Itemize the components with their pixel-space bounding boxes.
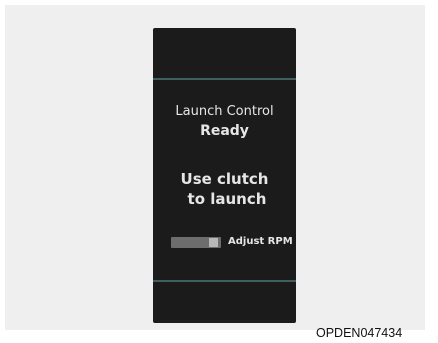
switch-knob: [209, 238, 218, 247]
adjust-rpm-row: Adjust RPM: [171, 236, 296, 250]
launch-control-status: Ready: [200, 123, 249, 139]
top-divider: [153, 78, 296, 80]
cluster-display: Launch Control Ready Use clutch to launc…: [153, 28, 296, 323]
image-code: OPDEN047434: [316, 326, 403, 340]
adjust-rpm-label: Adjust RPM: [228, 236, 293, 247]
adjust-rpm-switch-icon: [171, 237, 221, 248]
bottom-divider: [153, 280, 296, 282]
launch-control-title: Launch Control: [175, 104, 274, 119]
illustration-frame: Launch Control Ready Use clutch to launc…: [5, 5, 425, 330]
instruction-line-2: to launch: [187, 190, 267, 208]
instruction-line-1: Use clutch: [180, 170, 269, 188]
